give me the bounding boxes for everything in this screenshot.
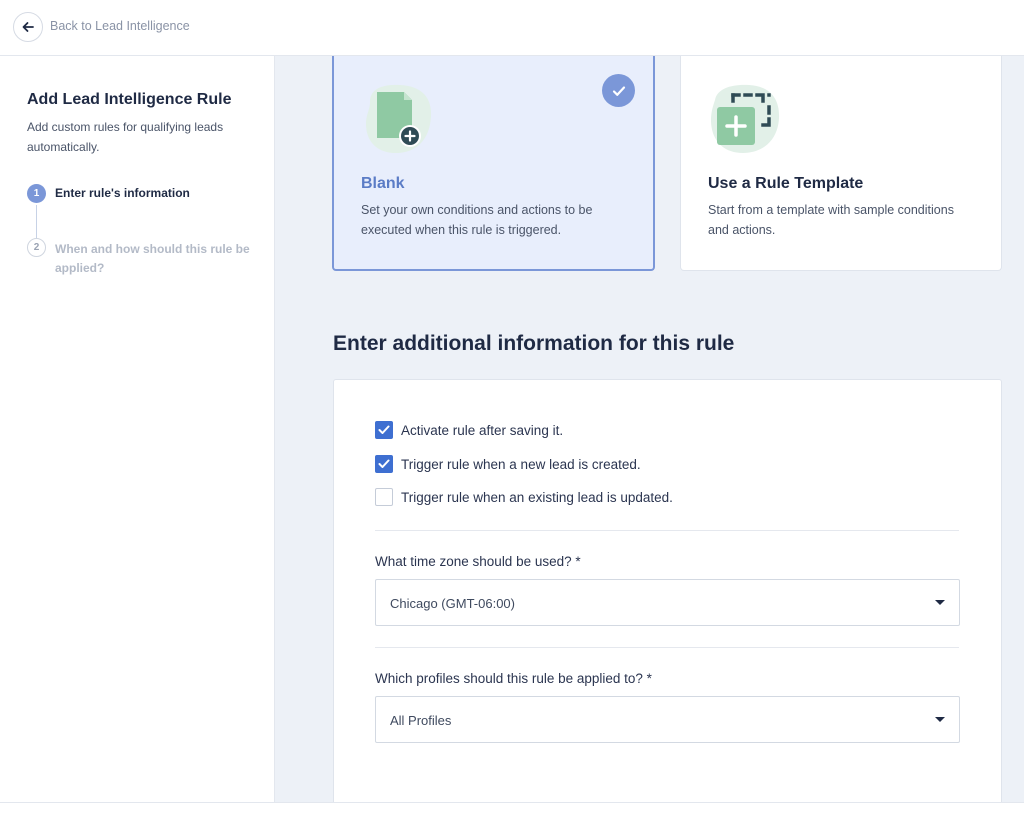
template-option-card[interactable]: Use a Rule Template Start from a templat… xyxy=(680,56,1002,271)
selected-check-icon xyxy=(602,74,635,107)
step-number: 1 xyxy=(27,184,46,203)
caret-down-icon xyxy=(935,600,945,605)
top-bar: Back to Lead Intelligence xyxy=(0,0,1024,56)
section-title: Enter additional information for this ru… xyxy=(333,332,735,355)
divider xyxy=(375,647,959,648)
trigger-new-lead-checkbox[interactable]: Trigger rule when a new lead is created. xyxy=(375,455,641,473)
page-description: Add custom rules for qualifying leads au… xyxy=(27,120,224,154)
step-label: When and how should this rule be applied… xyxy=(55,242,250,275)
checkbox-label: Trigger rule when a new lead is created. xyxy=(401,456,641,472)
profiles-select[interactable]: All Profiles xyxy=(375,696,960,743)
checkbox-unchecked-icon[interactable] xyxy=(375,488,393,506)
template-plus-icon xyxy=(711,84,780,153)
timezone-select[interactable]: Chicago (GMT-06:00) xyxy=(375,579,960,626)
checkbox-label: Activate rule after saving it. xyxy=(401,422,564,438)
blank-card-title: Blank xyxy=(361,175,405,192)
back-link[interactable]: Back to Lead Intelligence xyxy=(50,19,190,33)
back-button[interactable] xyxy=(13,12,43,42)
step-2[interactable]: 2 When and how should this rule be appli… xyxy=(27,238,255,278)
page-title: Add Lead Intelligence Rule xyxy=(27,91,232,108)
arrow-left-icon xyxy=(22,22,34,32)
activate-rule-checkbox[interactable]: Activate rule after saving it. xyxy=(375,421,563,439)
checkbox-checked-icon[interactable] xyxy=(375,421,393,439)
trigger-updated-lead-checkbox[interactable]: Trigger rule when an existing lead is up… xyxy=(375,488,673,506)
profiles-label: Which profiles should this rule be appli… xyxy=(375,671,652,686)
caret-down-icon xyxy=(935,717,945,722)
profiles-value: All Profiles xyxy=(390,713,452,728)
step-connector xyxy=(36,205,37,240)
timezone-value: Chicago (GMT-06:00) xyxy=(390,596,515,611)
template-card-description: Start from a template with sample condit… xyxy=(708,203,954,237)
checkbox-label: Trigger rule when an existing lead is up… xyxy=(401,489,673,505)
checkbox-checked-icon[interactable] xyxy=(375,455,393,473)
step-1[interactable]: 1 Enter rule's information xyxy=(27,184,190,203)
divider xyxy=(375,530,959,531)
main-content: Blank Set your own conditions and action… xyxy=(275,56,1024,802)
rule-settings-form: Activate rule after saving it. Trigger r… xyxy=(333,379,1002,802)
bottom-bar xyxy=(0,802,1024,819)
step-label: Enter rule's information xyxy=(55,186,190,200)
timezone-label: What time zone should be used? * xyxy=(375,554,581,569)
document-plus-icon xyxy=(366,84,432,154)
sidebar: Add Lead Intelligence Rule Add custom ru… xyxy=(0,56,275,802)
blank-option-card[interactable]: Blank Set your own conditions and action… xyxy=(332,56,655,271)
template-card-title: Use a Rule Template xyxy=(708,175,864,192)
step-number: 2 xyxy=(27,238,46,257)
blank-card-description: Set your own conditions and actions to b… xyxy=(361,203,593,237)
